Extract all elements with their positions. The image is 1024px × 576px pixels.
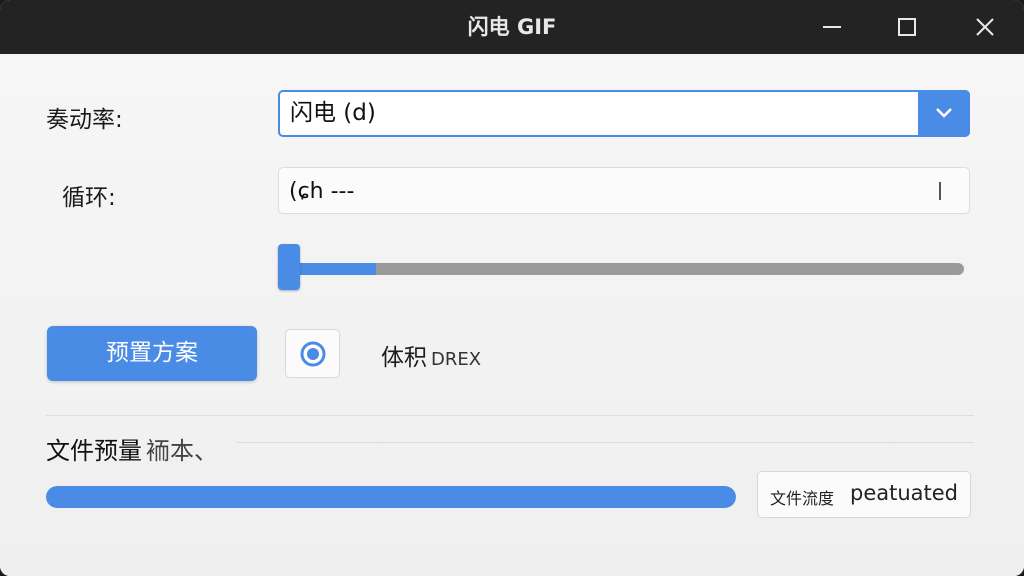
status-box: 文件流度 peatuated <box>757 471 971 518</box>
window-title: 闪电 GIF <box>467 15 557 39</box>
loop-label: 循环: <box>62 185 116 211</box>
size-radio[interactable] <box>285 329 340 378</box>
section-subtitle: 袻本、 <box>146 437 218 465</box>
maximize-button[interactable] <box>887 9 927 45</box>
slider-handle[interactable] <box>278 244 300 290</box>
maximize-icon <box>898 18 916 36</box>
progress-fill <box>46 486 736 508</box>
size-option-label: 体积 DREX <box>381 338 481 372</box>
close-icon <box>976 18 994 36</box>
frame-rate-label: 奏动率: <box>46 107 123 133</box>
app-window: 闪电 GIF 奏动率: 闪电 (d) 循环: (ɕh --- 预置方案 体积 D… <box>0 0 1024 576</box>
section-title-text: 文件预量 <box>46 437 142 465</box>
size-option-tag: DREX <box>431 349 482 370</box>
slider-fill <box>288 263 376 275</box>
close-button[interactable] <box>965 9 1005 45</box>
loop-field[interactable] <box>278 167 970 214</box>
slider-track[interactable] <box>288 263 964 275</box>
text-cursor <box>939 182 941 200</box>
title-bar: 闪电 GIF <box>0 0 1024 54</box>
loop-input[interactable] <box>287 174 871 208</box>
status-value: peatuated <box>850 481 959 505</box>
radio-selected-icon <box>300 341 326 367</box>
chevron-down-icon <box>936 108 952 118</box>
output-section-title: 文件预量 袻本、 <box>46 431 218 466</box>
frame-rate-select[interactable]: 闪电 (d) <box>278 90 970 137</box>
size-option-text: 体积 <box>381 345 427 371</box>
minimize-icon <box>823 26 841 28</box>
preset-button[interactable]: 预置方案 <box>47 326 257 381</box>
minimize-button[interactable] <box>812 9 852 45</box>
loop-slider[interactable] <box>278 244 968 290</box>
dropdown-button[interactable] <box>918 90 970 137</box>
content-area: 奏动率: 闪电 (d) 循环: 预置方案 体 <box>0 54 1024 576</box>
progress-bar <box>46 486 736 508</box>
divider <box>46 415 974 416</box>
section-divider <box>236 442 974 443</box>
frame-rate-value: 闪电 (d) <box>290 100 376 126</box>
status-label: 文件流度 <box>770 489 835 508</box>
